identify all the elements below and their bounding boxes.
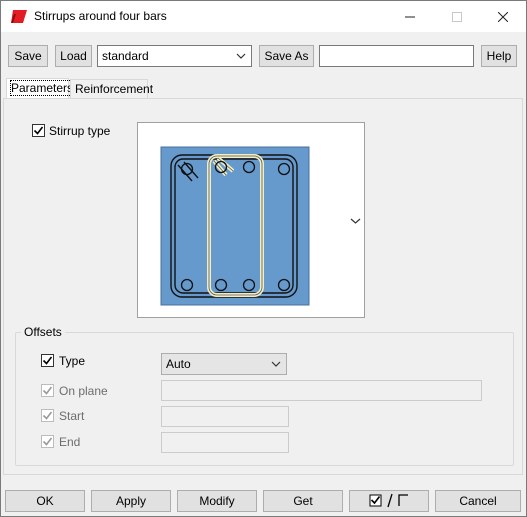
stirrup-preview[interactable] xyxy=(137,122,365,318)
checkmark-icon xyxy=(33,126,44,135)
tab-reinforcement-label: Reinforcement xyxy=(75,82,154,96)
toggle-check-button[interactable] xyxy=(349,490,429,512)
start-label: Start xyxy=(59,409,85,423)
end-label: End xyxy=(59,435,81,449)
ok-button[interactable]: OK xyxy=(5,490,85,512)
on-plane-input xyxy=(161,380,482,401)
maximize-button xyxy=(434,1,480,32)
stirrup-type-checkbox[interactable] xyxy=(32,124,45,137)
save-as-name-input[interactable] xyxy=(319,45,474,67)
checkmark-icon xyxy=(42,356,53,365)
checkmark-icon xyxy=(42,437,53,446)
on-plane-checkbox xyxy=(41,384,54,397)
tab-parameters-label: Parameters xyxy=(9,80,75,96)
dialog-button-bar: OK Apply Modify Get Cancel xyxy=(1,487,526,516)
stirrup-type-label: Stirrup type xyxy=(49,124,111,138)
close-button[interactable] xyxy=(480,1,526,32)
window-title: Stirrups around four bars xyxy=(34,9,167,23)
help-button[interactable]: Help xyxy=(481,45,517,67)
start-checkbox xyxy=(41,409,54,422)
profile-select-value: standard xyxy=(102,49,149,63)
minimize-button[interactable] xyxy=(387,1,433,32)
tab-reinforcement[interactable]: Reinforcement xyxy=(70,79,153,99)
on-plane-label: On plane xyxy=(59,384,108,398)
end-input xyxy=(161,432,289,453)
maximize-icon xyxy=(452,11,462,22)
check-uncheck-toggle-icon xyxy=(369,493,408,508)
offset-type-value: Auto xyxy=(166,357,191,371)
profile-select[interactable]: standard xyxy=(97,45,252,67)
offset-type-select[interactable]: Auto xyxy=(161,353,287,375)
get-button[interactable]: Get xyxy=(263,490,343,512)
start-input xyxy=(161,406,289,427)
app-logo-icon xyxy=(11,10,27,23)
checkmark-icon xyxy=(42,386,53,395)
chevron-down-icon xyxy=(271,361,281,367)
end-checkbox xyxy=(41,435,54,448)
offset-type-checkbox[interactable] xyxy=(41,354,54,367)
load-button[interactable]: Load xyxy=(55,45,92,67)
apply-button[interactable]: Apply xyxy=(91,490,171,512)
cancel-button[interactable]: Cancel xyxy=(435,490,521,512)
save-button[interactable]: Save xyxy=(8,45,48,67)
offset-type-label: Type xyxy=(59,354,86,368)
close-icon xyxy=(498,11,508,22)
title-bar: Stirrups around four bars xyxy=(1,1,526,32)
chevron-down-icon xyxy=(236,53,246,59)
minimize-icon xyxy=(405,16,415,17)
offsets-group-title: Offsets xyxy=(21,325,65,339)
tab-parameters[interactable]: Parameters xyxy=(6,78,75,99)
stirrup-preview-image xyxy=(160,146,310,306)
checkmark-icon xyxy=(42,411,53,420)
save-as-button[interactable]: Save As xyxy=(259,45,314,67)
dialog-window: Stirrups around four bars Save Load stan… xyxy=(0,0,527,517)
chevron-down-icon[interactable] xyxy=(350,216,361,226)
modify-button[interactable]: Modify xyxy=(177,490,257,512)
